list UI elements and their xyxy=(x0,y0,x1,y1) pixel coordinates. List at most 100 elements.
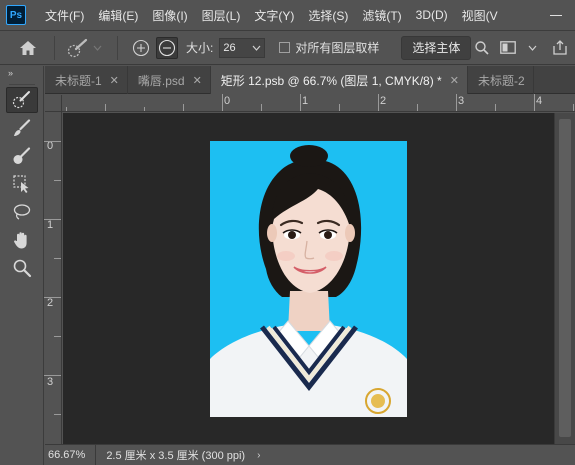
mixer-brush-icon xyxy=(13,147,31,164)
collapse-panel-button[interactable]: » xyxy=(0,66,43,80)
home-icon xyxy=(20,40,36,55)
close-icon[interactable]: ✕ xyxy=(193,74,202,87)
brush-preset-picker[interactable] xyxy=(67,35,109,61)
tool-brush[interactable] xyxy=(6,115,38,141)
menu-select[interactable]: 选择(S) xyxy=(301,7,355,24)
share-icon xyxy=(553,40,568,55)
tool-object-selection[interactable] xyxy=(6,171,38,197)
scrollbar-thumb[interactable] xyxy=(559,119,571,437)
photoshop-logo[interactable]: Ps xyxy=(6,5,26,25)
tab-label: 未标题-1 xyxy=(55,73,102,88)
ruler-label: 1 xyxy=(47,219,54,231)
size-value: 26 xyxy=(223,41,236,54)
ruler-tick xyxy=(261,104,262,111)
ruler-tick xyxy=(44,297,61,298)
menu-edit[interactable]: 编辑(E) xyxy=(91,7,145,24)
ruler-tick xyxy=(105,104,106,111)
tool-hand[interactable] xyxy=(6,227,38,253)
options-bar: 大小: 26 对所有图层取样 选择主体 xyxy=(0,31,575,65)
menu-3d[interactable]: 3D(D) xyxy=(409,8,455,22)
search-icon xyxy=(475,40,489,55)
ruler-tick xyxy=(54,180,61,181)
brush-icon xyxy=(14,119,31,136)
ruler-origin[interactable] xyxy=(45,95,62,112)
ruler-tick xyxy=(54,258,61,259)
ruler-tick xyxy=(183,104,184,111)
close-icon[interactable]: ✕ xyxy=(450,74,459,87)
tab-label: 矩形 12.psb @ 66.7% (图层 1, CMYK/8) * xyxy=(220,73,442,88)
home-button[interactable] xyxy=(10,33,46,63)
tool-quick-selection[interactable] xyxy=(6,87,38,113)
tool-lasso[interactable] xyxy=(6,199,38,225)
ruler-tick xyxy=(534,94,535,111)
share-button[interactable] xyxy=(551,39,569,57)
size-input[interactable]: 26 xyxy=(219,37,266,58)
document-tabs: 未标题-1 ✕ 嘴唇.psd ✕ 矩形 12.psb @ 66.7% (图层 1, … xyxy=(45,66,575,94)
options-separator xyxy=(54,35,55,60)
tool-mixer-brush[interactable] xyxy=(6,143,38,169)
tab-untitled-1[interactable]: 未标题-1 ✕ xyxy=(45,66,128,94)
vertical-scrollbar[interactable] xyxy=(554,113,575,444)
add-selection-icon xyxy=(132,39,150,56)
zoom-level[interactable]: 66.67% xyxy=(45,444,97,465)
minimize-icon xyxy=(550,15,562,16)
sample-all-layers-checkbox[interactable] xyxy=(279,42,291,53)
ruler-tick xyxy=(300,94,301,111)
ruler-label: 0 xyxy=(224,95,231,107)
tab-rectangle-12[interactable]: 矩形 12.psb @ 66.7% (图层 1, CMYK/8) * ✕ xyxy=(210,66,468,94)
horizontal-ruler[interactable]: 0 1 2 3 4 xyxy=(62,94,575,112)
zoom-icon xyxy=(13,259,32,278)
object-selection-icon xyxy=(13,175,29,193)
menu-filter[interactable]: 滤镜(T) xyxy=(355,7,408,24)
options-separator xyxy=(117,35,118,60)
menu-bar: Ps 文件(F) 编辑(E) 图像(I) 图层(L) 文字(Y) 选择(S) 滤… xyxy=(0,0,575,31)
document-canvas[interactable] xyxy=(210,141,407,417)
status-menu-arrow[interactable]: › xyxy=(257,450,260,461)
quick-selection-icon xyxy=(67,38,88,57)
select-subject-button[interactable]: 选择主体 xyxy=(401,35,472,60)
workspace-icon xyxy=(500,41,517,54)
tab-label: 未标题-2 xyxy=(477,73,525,88)
ruler-tick xyxy=(456,94,457,111)
ruler-tick xyxy=(339,104,340,111)
chevron-down-icon xyxy=(252,45,261,51)
subtract-from-selection-button[interactable] xyxy=(156,36,178,59)
workspace-button[interactable] xyxy=(499,39,517,57)
tab-lips-psd[interactable]: 嘴唇.psd ✕ xyxy=(128,66,211,94)
menu-type[interactable]: 文字(Y) xyxy=(247,7,301,24)
ruler-tick xyxy=(44,141,61,142)
ruler-tick xyxy=(417,104,418,111)
ruler-tick xyxy=(44,375,61,376)
portrait-photo xyxy=(210,141,407,417)
ruler-tick xyxy=(378,94,379,111)
ruler-tick xyxy=(54,414,61,415)
chevron-down-icon xyxy=(93,45,102,51)
menu-view[interactable]: 视图(V xyxy=(455,7,505,24)
menu-layer[interactable]: 图层(L) xyxy=(195,7,248,24)
close-icon[interactable]: ✕ xyxy=(110,74,119,87)
status-bar: 66.67% 2.5 厘米 x 3.5 厘米 (300 ppi) › xyxy=(45,444,575,465)
ruler-tick xyxy=(222,94,223,111)
tab-untitled-2[interactable]: 未标题-2 xyxy=(468,66,534,94)
tool-zoom[interactable] xyxy=(6,255,38,281)
toolbar-divider xyxy=(9,84,35,85)
ruler-tick xyxy=(54,336,61,337)
menu-image[interactable]: 图像(I) xyxy=(145,7,194,24)
ruler-label: 1 xyxy=(302,95,309,107)
ruler-tick xyxy=(495,104,496,111)
ruler-label: 3 xyxy=(47,376,54,388)
search-button[interactable] xyxy=(473,39,491,57)
subtract-selection-icon xyxy=(158,39,176,56)
ruler-label: 2 xyxy=(47,297,54,309)
size-label: 大小: xyxy=(186,41,214,55)
tab-label: 嘴唇.psd xyxy=(137,73,185,88)
vertical-ruler[interactable]: 0 1 2 3 xyxy=(44,112,62,445)
workspace-dropdown[interactable] xyxy=(523,39,541,57)
ruler-tick xyxy=(44,219,61,220)
add-to-selection-button[interactable] xyxy=(130,37,152,59)
ruler-label: 2 xyxy=(380,95,387,107)
chevron-down-icon xyxy=(528,45,537,51)
ruler-label: 4 xyxy=(536,95,543,107)
minimize-button[interactable] xyxy=(537,0,575,31)
menu-file[interactable]: 文件(F) xyxy=(38,7,91,24)
